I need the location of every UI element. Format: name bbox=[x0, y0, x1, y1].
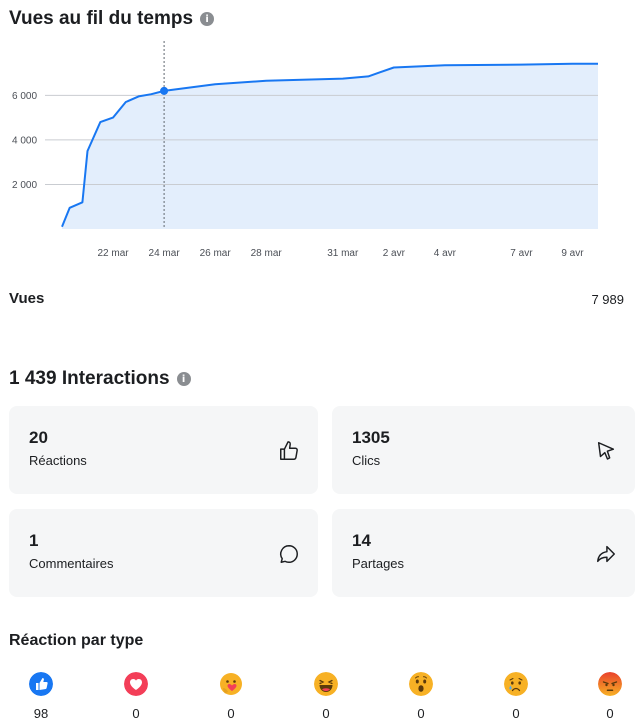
like-reaction-icon bbox=[29, 672, 53, 696]
reaction-wow-count: 0 bbox=[417, 706, 425, 721]
x-tick-label: 24 mar bbox=[149, 248, 181, 259]
shares-count: 14 bbox=[352, 531, 371, 550]
reaction-love-count: 0 bbox=[132, 706, 140, 721]
x-tick-label: 4 avr bbox=[434, 248, 457, 259]
reactions-label: Réactions bbox=[29, 453, 87, 468]
x-tick-label: 7 avr bbox=[510, 248, 533, 259]
reaction-sad: 0 bbox=[496, 672, 536, 721]
reaction-like: 98 bbox=[21, 672, 61, 721]
thumbs-up-icon bbox=[280, 441, 298, 460]
reaction-haha: 0 bbox=[306, 672, 346, 721]
reaction-sad-count: 0 bbox=[512, 706, 520, 721]
views-section-title: Vues au fil du temps i bbox=[9, 8, 215, 30]
comment-icon bbox=[280, 545, 298, 563]
clicks-count: 1305 bbox=[352, 428, 390, 447]
reaction-wow: 0 bbox=[401, 672, 441, 721]
y-tick-label: 4 000 bbox=[12, 135, 37, 146]
views-metric-label: Vues bbox=[9, 290, 45, 307]
reaction-care: 0 bbox=[211, 672, 251, 721]
reactions-by-type-title: Réaction par type bbox=[9, 632, 144, 649]
hover-point bbox=[160, 86, 169, 95]
interactions-title-text: 1 439 Interactions bbox=[9, 368, 170, 389]
comments-label: Commentaires bbox=[29, 556, 114, 571]
shares-card[interactable]: 14 Partages bbox=[332, 509, 635, 597]
care-reaction-icon bbox=[220, 673, 242, 695]
clicks-label: Clics bbox=[352, 453, 381, 468]
comments-card[interactable]: 1 Commentaires bbox=[9, 509, 318, 597]
share-icon bbox=[597, 545, 615, 563]
reaction-angry-count: 0 bbox=[606, 706, 614, 721]
reaction-like-count: 98 bbox=[33, 706, 49, 721]
comments-count: 1 bbox=[29, 531, 39, 550]
x-tick-label: 28 mar bbox=[251, 248, 283, 259]
haha-reaction-icon bbox=[314, 672, 338, 696]
cursor-icon bbox=[597, 442, 615, 460]
x-tick-label: 9 avr bbox=[561, 248, 584, 259]
info-icon[interactable]: i bbox=[176, 372, 191, 386]
clicks-card[interactable]: 1305 Clics bbox=[332, 406, 635, 494]
y-tick-label: 2 000 bbox=[12, 180, 37, 191]
x-tick-label: 2 avr bbox=[383, 248, 406, 259]
info-icon[interactable]: i bbox=[200, 12, 215, 26]
views-chart[interactable]: 2 000 4 000 6 000 22 mar 24 mar 26 mar 28 mar 3… bbox=[0, 36, 635, 276]
sad-reaction-icon bbox=[504, 672, 528, 696]
reactions-count: 20 bbox=[29, 428, 48, 447]
x-tick-label: 22 mar bbox=[97, 248, 129, 259]
interactions-section-title: 1 439 Interactions i bbox=[9, 368, 191, 390]
shares-label: Partages bbox=[352, 556, 405, 571]
views-metric-value: 7 989 bbox=[591, 292, 624, 307]
angry-reaction-icon bbox=[598, 672, 622, 696]
chart-area bbox=[62, 63, 598, 230]
views-title-text: Vues au fil du temps bbox=[9, 8, 194, 29]
y-tick-label: 6 000 bbox=[12, 91, 37, 102]
x-tick-label: 26 mar bbox=[200, 248, 232, 259]
reaction-angry: 0 bbox=[590, 672, 630, 721]
wow-reaction-icon bbox=[409, 672, 433, 696]
reaction-love: 0 bbox=[116, 672, 156, 721]
love-reaction-icon bbox=[124, 672, 148, 696]
reactions-card[interactable]: 20 Réactions bbox=[9, 406, 318, 494]
reaction-haha-count: 0 bbox=[322, 706, 330, 721]
reaction-care-count: 0 bbox=[227, 706, 235, 721]
x-tick-label: 31 mar bbox=[327, 248, 359, 259]
